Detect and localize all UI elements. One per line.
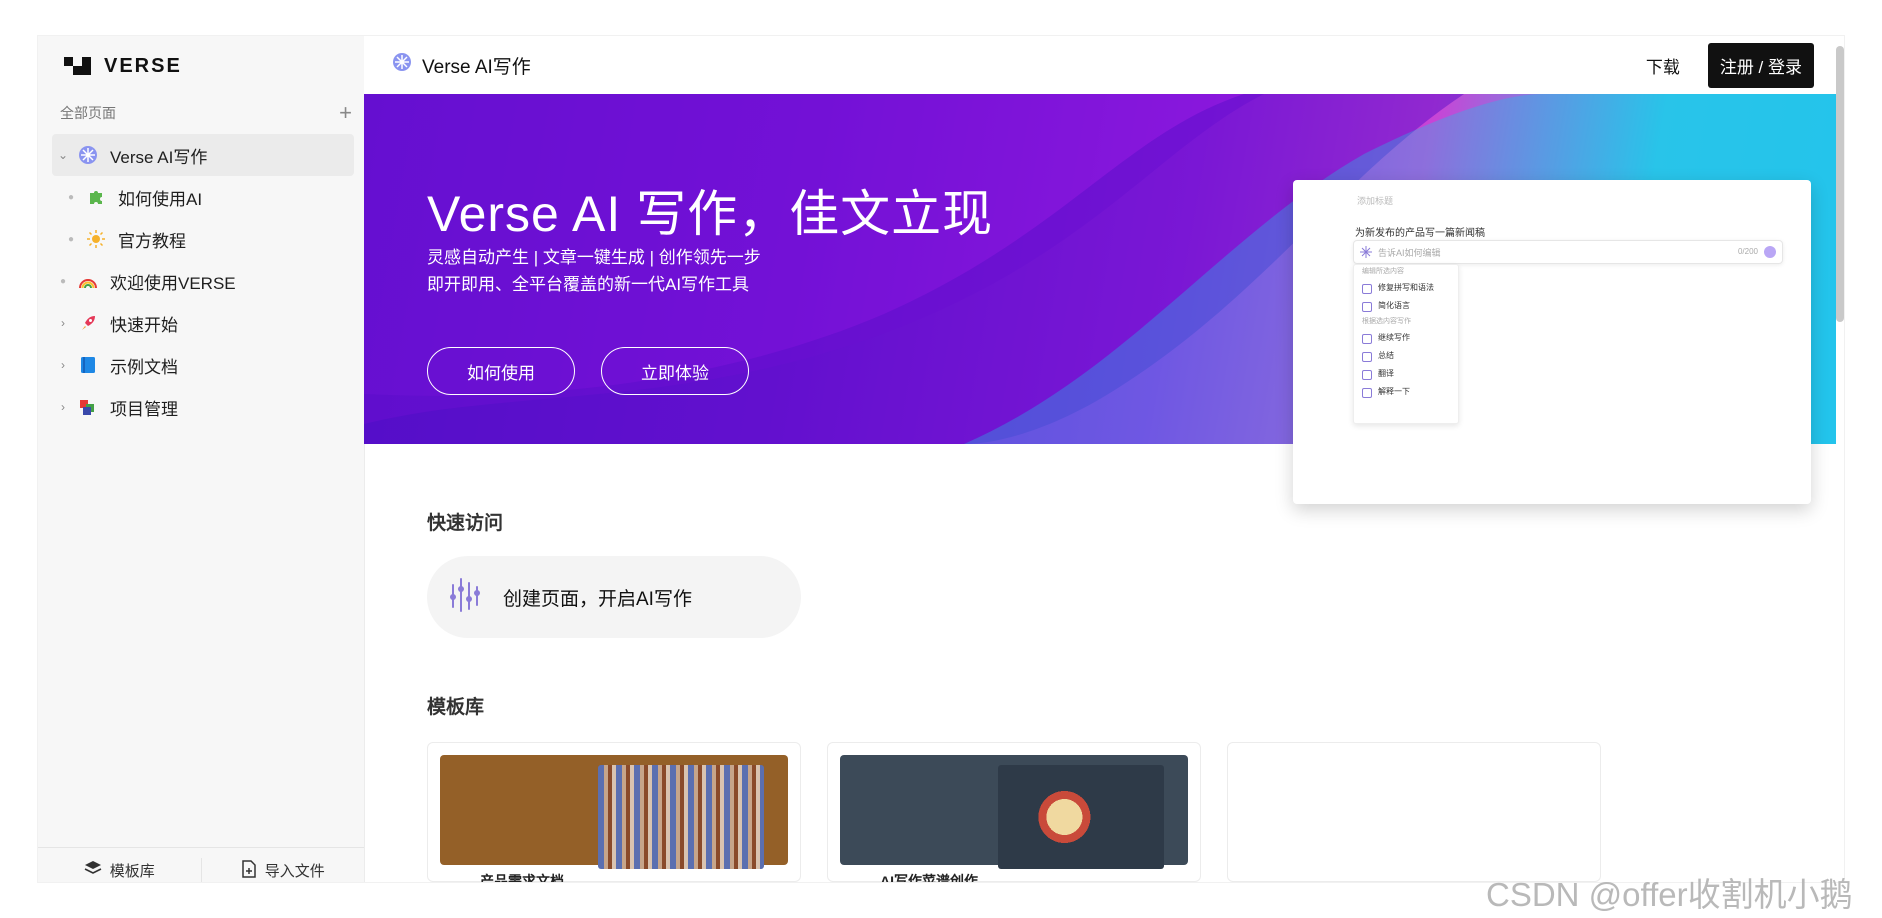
logo-text: VERSE [104,54,182,77]
sidebar-item-examples[interactable]: › 示例文档 [52,344,354,386]
try-now-button[interactable]: 立即体验 [601,347,749,395]
import-file-button[interactable]: 导入文件 [202,848,365,882]
watermark: CSDN @offer收割机小鹅 [1486,876,1853,913]
menu-item: 继续写作 [1354,329,1458,347]
sidebar-footer: 模板库 导入文件 [38,847,364,882]
rainbow-icon [74,273,102,289]
hero-subtitle-line: 灵感自动产生 | 文章一键生成 | 创作领先一步 [427,248,761,267]
signup-login-button[interactable]: 注册 / 登录 [1707,43,1814,88]
sidebar-item-projects[interactable]: › 项目管理 [52,386,354,428]
quick-access-heading: 快速访问 [427,513,504,534]
sidebar-item-label: 官方教程 [118,231,186,251]
top-bar: Verse AI写作 下载 注册 / 登录 [364,36,1844,95]
logo[interactable]: VERSE [64,48,182,84]
bullet-icon: ● [67,191,75,203]
page-title: Verse AI写作 [422,56,531,78]
menu-item: 修复拼写和语法 [1354,279,1458,297]
breadcrumb: Verse AI写作 [392,52,531,79]
hero-title: Verse AI 写作，佳文立现 [427,186,994,242]
section-title: 全部页面 [60,105,116,121]
preview-ai-input: 告诉AI如何编辑 0/200 [1353,240,1783,264]
hero-subtitle-line: 即开即用、全平台覆盖的新一代AI写作工具 [427,275,750,294]
template-thumbnail-image [598,765,764,869]
blocks-icon [74,398,102,416]
sidebar-item-how-to-use-ai[interactable]: ● 如何使用AI [52,176,354,218]
sparkle-icon [1360,245,1372,263]
templates-heading: 模板库 [427,697,485,718]
sidebar: VERSE 全部页面 + ⌄ Verse AI写作 ● 如何使用AI ● 官方教… [38,36,365,882]
sidebar-item-welcome[interactable]: ● 欢迎使用VERSE [52,260,354,302]
preview-doc-title: 为新发布的产品写一篇新闻稿 [1355,228,1485,239]
menu-section: 编辑所选内容 [1362,268,1404,275]
menu-section: 根据选内容写作 [1362,318,1411,325]
send-icon [1764,246,1776,258]
menu-item: 总结 [1354,347,1458,365]
menu-item: 简化语言 [1354,297,1458,315]
chevron-down-icon[interactable]: ⌄ [52,148,74,162]
top-actions: 下载 注册 / 登录 [1646,43,1814,88]
menu-item: 翻译 [1354,365,1458,383]
sidebar-item-label: 欢迎使用VERSE [110,273,236,293]
layers-icon [84,860,102,880]
scrollbar-thumb[interactable] [1836,46,1844,322]
verse-ai-icon [74,145,102,165]
preview-char-counter: 0/200 [1737,247,1758,256]
sidebar-item-label: 项目管理 [110,399,178,419]
sidebar-item-tutorial[interactable]: ● 官方教程 [52,218,354,260]
template-thumbnail-image [998,765,1164,869]
how-to-use-button[interactable]: 如何使用 [427,347,575,395]
menu-item: 解释一下 [1354,383,1458,401]
sidebar-item-label: 如何使用AI [118,189,203,209]
app-window: VERSE 全部页面 + ⌄ Verse AI写作 ● 如何使用AI ● 官方教… [38,36,1844,882]
verse-ai-icon [392,52,412,78]
add-page-icon[interactable]: + [339,102,352,124]
sidebar-item-label: Verse AI写作 [110,147,208,167]
pages-section-header: 全部页面 + [60,98,352,128]
sidebar-item-label: 快速开始 [110,315,178,335]
chevron-right-icon[interactable]: › [52,358,74,372]
preview-input-placeholder: 告诉AI如何编辑 [1378,248,1441,258]
create-page-label: 创建页面，开启AI写作 [503,588,692,610]
preview-ai-menu: 编辑所选内容 修复拼写和语法 简化语言 根据选内容写作 继续写作 总结 翻译 解… [1353,264,1459,424]
editor-preview: 添加标题 为新发布的产品写一篇新闻稿 告诉AI如何编辑 0/200 编辑所选内容… [1293,180,1811,504]
download-link[interactable]: 下载 [1646,53,1680,78]
templates-button[interactable]: 模板库 [38,848,201,882]
hero-subtitle: 灵感自动产生 | 文章一键生成 | 创作领先一步 即开即用、全平台覆盖的新一代A… [427,244,761,298]
book-icon [74,356,102,374]
sidebar-item-quickstart[interactable]: › 快速开始 [52,302,354,344]
bullet-icon: ● [59,275,67,287]
create-page-card[interactable]: 创建页面，开启AI写作 [427,556,801,638]
bullet-icon: ● [67,233,75,245]
template-card[interactable]: 产品需求文档 [427,742,801,882]
template-card[interactable] [1227,742,1601,882]
template-caption: 产品需求文档 [480,873,564,882]
rocket-icon [74,314,102,332]
preview-title-placeholder: 添加标题 [1357,196,1394,206]
chevron-right-icon[interactable]: › [52,316,74,330]
chevron-right-icon[interactable]: › [52,400,74,414]
import-file-icon [241,860,257,882]
ai-sliders-icon [445,575,485,620]
page-tree: ⌄ Verse AI写作 ● 如何使用AI ● 官方教程 ● 欢迎使用VERSE… [52,134,354,428]
puzzle-icon [82,188,110,206]
sidebar-item-label: 示例文档 [110,357,178,377]
template-caption: AI写作菜谱创作 [880,873,978,882]
import-file-label: 导入文件 [264,863,325,880]
sun-icon [82,230,110,248]
templates-label: 模板库 [109,863,155,880]
template-card[interactable]: AI写作菜谱创作 [827,742,1201,882]
verse-logo-icon [64,57,94,75]
sidebar-item-verse-ai[interactable]: ⌄ Verse AI写作 [52,134,354,176]
